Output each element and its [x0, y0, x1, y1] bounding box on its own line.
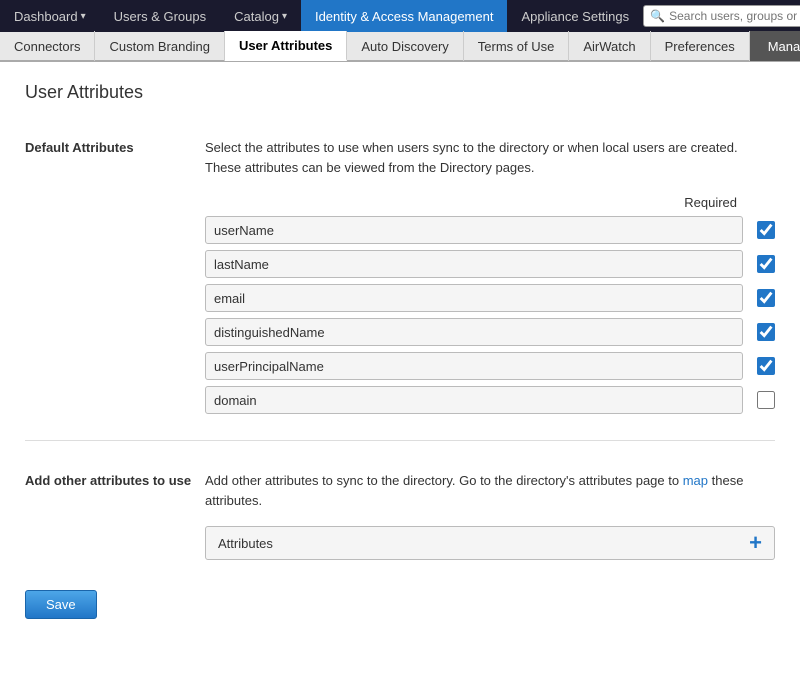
main-content: User Attributes Default Attributes Selec…	[0, 62, 800, 697]
nav-custom-branding[interactable]: Custom Branding	[95, 31, 224, 61]
search-icon: 🔍	[650, 9, 665, 23]
section-label-add: Add other attributes to use	[25, 471, 205, 560]
attr-checkbox-username[interactable]	[757, 221, 775, 239]
nav-catalog[interactable]: Catalog ▾	[220, 0, 301, 32]
required-header: Required	[205, 195, 775, 210]
footer-actions: Save	[25, 580, 775, 619]
add-attributes-section: Add other attributes to use Add other at…	[25, 471, 775, 560]
nav-terms-of-use[interactable]: Terms of Use	[464, 31, 570, 61]
attr-input-username[interactable]	[205, 216, 743, 244]
attr-row-domain	[205, 386, 775, 414]
attr-row-distinguishedname	[205, 318, 775, 346]
section-label-default: Default Attributes	[25, 138, 205, 420]
nav-users-groups[interactable]: Users & Groups	[100, 0, 220, 32]
add-description: Add other attributes to sync to the dire…	[205, 471, 775, 510]
attr-input-email[interactable]	[205, 284, 743, 312]
attr-checkbox-lastname[interactable]	[757, 255, 775, 273]
search-input[interactable]	[669, 9, 800, 23]
nav-preferences[interactable]: Preferences	[651, 31, 750, 61]
nav-connectors[interactable]: Connectors	[0, 31, 95, 61]
second-navigation: Connectors Custom Branding User Attribut…	[0, 32, 800, 62]
attributes-bar: Attributes +	[205, 526, 775, 560]
section-content-add: Add other attributes to sync to the dire…	[205, 471, 775, 560]
attr-input-userprincipalname[interactable]	[205, 352, 743, 380]
attr-checkbox-domain[interactable]	[757, 391, 775, 409]
nav-airwatch[interactable]: AirWatch	[569, 31, 650, 61]
attr-input-distinguishedname[interactable]	[205, 318, 743, 346]
attr-checkbox-userprincipalname[interactable]	[757, 357, 775, 375]
attr-row-lastname	[205, 250, 775, 278]
nav-auto-discovery[interactable]: Auto Discovery	[347, 31, 463, 61]
nav-appliance[interactable]: Appliance Settings	[507, 0, 643, 32]
map-link[interactable]: map	[683, 473, 708, 488]
top-nav-right: 🔍 Roles	[643, 5, 800, 27]
search-box[interactable]: 🔍	[643, 5, 800, 27]
section-content-default: Select the attributes to use when users …	[205, 138, 775, 420]
top-navigation: Dashboard ▾ Users & Groups Catalog ▾ Ide…	[0, 0, 800, 32]
attr-row-username	[205, 216, 775, 244]
attr-row-userprincipalname	[205, 352, 775, 380]
attributes-bar-label: Attributes	[218, 536, 273, 551]
nav-dashboard[interactable]: Dashboard ▾	[0, 0, 100, 32]
attr-row-email	[205, 284, 775, 312]
nav-iam[interactable]: Identity & Access Management	[301, 0, 507, 32]
manage-button[interactable]: Manage	[750, 31, 800, 61]
nav-user-attributes[interactable]: User Attributes	[225, 31, 347, 61]
attr-checkbox-email[interactable]	[757, 289, 775, 307]
attr-input-lastname[interactable]	[205, 250, 743, 278]
add-attribute-icon[interactable]: +	[749, 532, 762, 554]
default-description: Select the attributes to use when users …	[205, 138, 775, 177]
default-attributes-section: Default Attributes Select the attributes…	[25, 138, 775, 441]
attr-checkbox-distinguishedname[interactable]	[757, 323, 775, 341]
attr-input-domain[interactable]	[205, 386, 743, 414]
save-button[interactable]: Save	[25, 590, 97, 619]
page-title: User Attributes	[25, 82, 775, 113]
